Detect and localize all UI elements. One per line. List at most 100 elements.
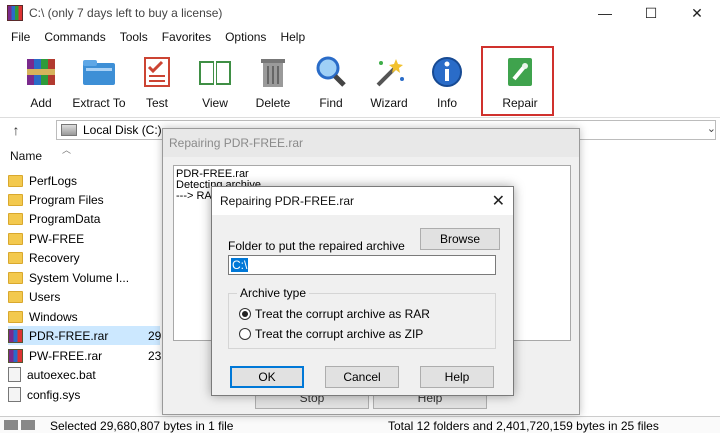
file-size: 23 <box>148 349 162 363</box>
file-icon <box>8 367 21 382</box>
toolbar: Add Extract To Test View Delete Find Wiz… <box>0 48 720 116</box>
info-button[interactable]: Info <box>418 50 476 116</box>
rar-file-icon <box>8 328 23 343</box>
list-item[interactable]: System Volume I... <box>8 268 129 287</box>
list-item[interactable]: config.sys <box>8 385 80 404</box>
add-button[interactable]: Add <box>12 50 70 116</box>
folder-icon <box>8 212 23 225</box>
menu-options[interactable]: Options <box>218 30 273 44</box>
dialog-title: Repairing PDR-FREE.rar <box>212 187 513 215</box>
file-name: ProgramData <box>29 211 101 226</box>
view-button[interactable]: View <box>186 50 244 116</box>
radio-zip[interactable]: Treat the corrupt archive as ZIP <box>239 326 423 342</box>
file-name: PerfLogs <box>29 173 78 188</box>
file-name: Recovery <box>29 250 80 265</box>
radio-checked-icon <box>239 308 251 320</box>
list-item[interactable]: ProgramData <box>8 209 100 228</box>
close-icon[interactable]: ✕ <box>492 191 505 211</box>
list-item[interactable]: Windows <box>8 307 78 326</box>
file-size: 29 <box>148 329 162 343</box>
menu-commands[interactable]: Commands <box>37 30 112 44</box>
ok-button[interactable]: OK <box>230 366 304 388</box>
file-name: Users <box>29 289 61 304</box>
file-name: PW-FREE.rar <box>29 348 103 363</box>
archive-type-group: Archive type Treat the corrupt archive a… <box>228 286 496 349</box>
list-item[interactable]: PerfLogs <box>8 171 77 190</box>
trash-icon <box>254 54 292 90</box>
info-icon <box>428 54 466 90</box>
file-name: PDR-FREE.rar <box>29 328 109 343</box>
progress-dialog-title: Repairing PDR-FREE.rar <box>163 129 579 157</box>
window-title: C:\ (only 7 days left to buy a license) <box>29 6 223 20</box>
folder-icon <box>8 232 23 245</box>
folder-icon <box>8 310 23 323</box>
find-label: Find <box>319 96 343 110</box>
archive-type-label: Archive type <box>237 286 310 300</box>
wizard-label: Wizard <box>370 96 408 110</box>
radio-rar[interactable]: Treat the corrupt archive as RAR <box>239 306 430 322</box>
list-item[interactable]: Program Files <box>8 190 104 209</box>
sort-caret-icon: ︿ <box>62 145 72 155</box>
list-item[interactable]: autoexec.bat <box>8 365 96 384</box>
status-total: Total 12 folders and 2,401,720,159 bytes… <box>388 419 659 433</box>
key-status-icon <box>21 420 35 430</box>
folder-icon <box>8 251 23 264</box>
address-path: Local Disk (C:) <box>83 122 162 137</box>
wizard-button[interactable]: Wizard <box>360 50 418 116</box>
repair-highlight <box>481 46 554 116</box>
up-arrow-icon[interactable]: ↑ <box>0 122 32 138</box>
chevron-down-icon[interactable]: ⌄ <box>707 122 716 135</box>
file-name: Program Files <box>29 192 104 207</box>
test-label: Test <box>145 96 168 110</box>
maximize-button[interactable]: ☐ <box>628 0 674 26</box>
radio-unchecked-icon <box>239 328 251 340</box>
info-label: Info <box>436 96 457 110</box>
file-name: PW-FREE <box>29 231 85 246</box>
magnifier-icon <box>312 54 350 90</box>
close-button[interactable]: ✕ <box>674 0 720 26</box>
list-item[interactable]: Users <box>8 287 60 306</box>
book-icon <box>196 54 234 90</box>
browse-button[interactable]: Browse <box>420 228 500 250</box>
delete-label: Delete <box>255 96 291 110</box>
status-bar: Selected 29,680,807 bytes in 1 file Tota… <box>0 416 720 433</box>
extract-to-label: Extract To <box>72 96 126 110</box>
folder-input[interactable]: C:\ <box>228 255 496 275</box>
view-label: View <box>202 96 228 110</box>
list-item-selected[interactable]: PDR-FREE.rar <box>8 326 160 345</box>
status-selected: Selected 29,680,807 bytes in 1 file <box>50 419 234 433</box>
disk-status-icon <box>4 420 18 430</box>
file-name: System Volume I... <box>29 270 130 285</box>
folder-icon <box>8 290 23 303</box>
menu-file[interactable]: File <box>4 30 37 44</box>
add-label: Add <box>30 96 52 110</box>
menu-help[interactable]: Help <box>273 30 312 44</box>
radio-zip-label: Treat the corrupt archive as ZIP <box>255 327 424 341</box>
extract-to-button[interactable]: Extract To <box>70 50 128 116</box>
folder-extract-icon <box>80 54 118 90</box>
magic-wand-icon <box>370 54 408 90</box>
repair-options-dialog: Repairing PDR-FREE.rar ✕ Folder to put t… <box>211 186 514 396</box>
rar-file-icon <box>8 348 23 363</box>
disk-icon <box>61 123 77 136</box>
help-button[interactable]: Help <box>420 366 494 388</box>
title-bar: C:\ (only 7 days left to buy a license) … <box>0 0 720 26</box>
list-item[interactable]: PW-FREE.rar <box>8 346 102 365</box>
cancel-button[interactable]: Cancel <box>325 366 399 388</box>
file-name: config.sys <box>27 387 81 402</box>
delete-button[interactable]: Delete <box>244 50 302 116</box>
test-button[interactable]: Test <box>128 50 186 116</box>
file-name: autoexec.bat <box>27 367 96 382</box>
window-controls: — ☐ ✕ <box>582 0 720 26</box>
menu-favorites[interactable]: Favorites <box>155 30 218 44</box>
folder-label: Folder to put the repaired archive <box>228 239 405 253</box>
list-item[interactable]: PW-FREE <box>8 229 84 248</box>
find-button[interactable]: Find <box>302 50 360 116</box>
column-name-header[interactable]: Name <box>10 149 42 163</box>
folder-icon <box>8 193 23 206</box>
minimize-button[interactable]: — <box>582 0 628 26</box>
folder-icon <box>8 174 23 187</box>
list-item[interactable]: Recovery <box>8 248 80 267</box>
menu-tools[interactable]: Tools <box>113 30 155 44</box>
radio-rar-label: Treat the corrupt archive as RAR <box>255 307 430 321</box>
